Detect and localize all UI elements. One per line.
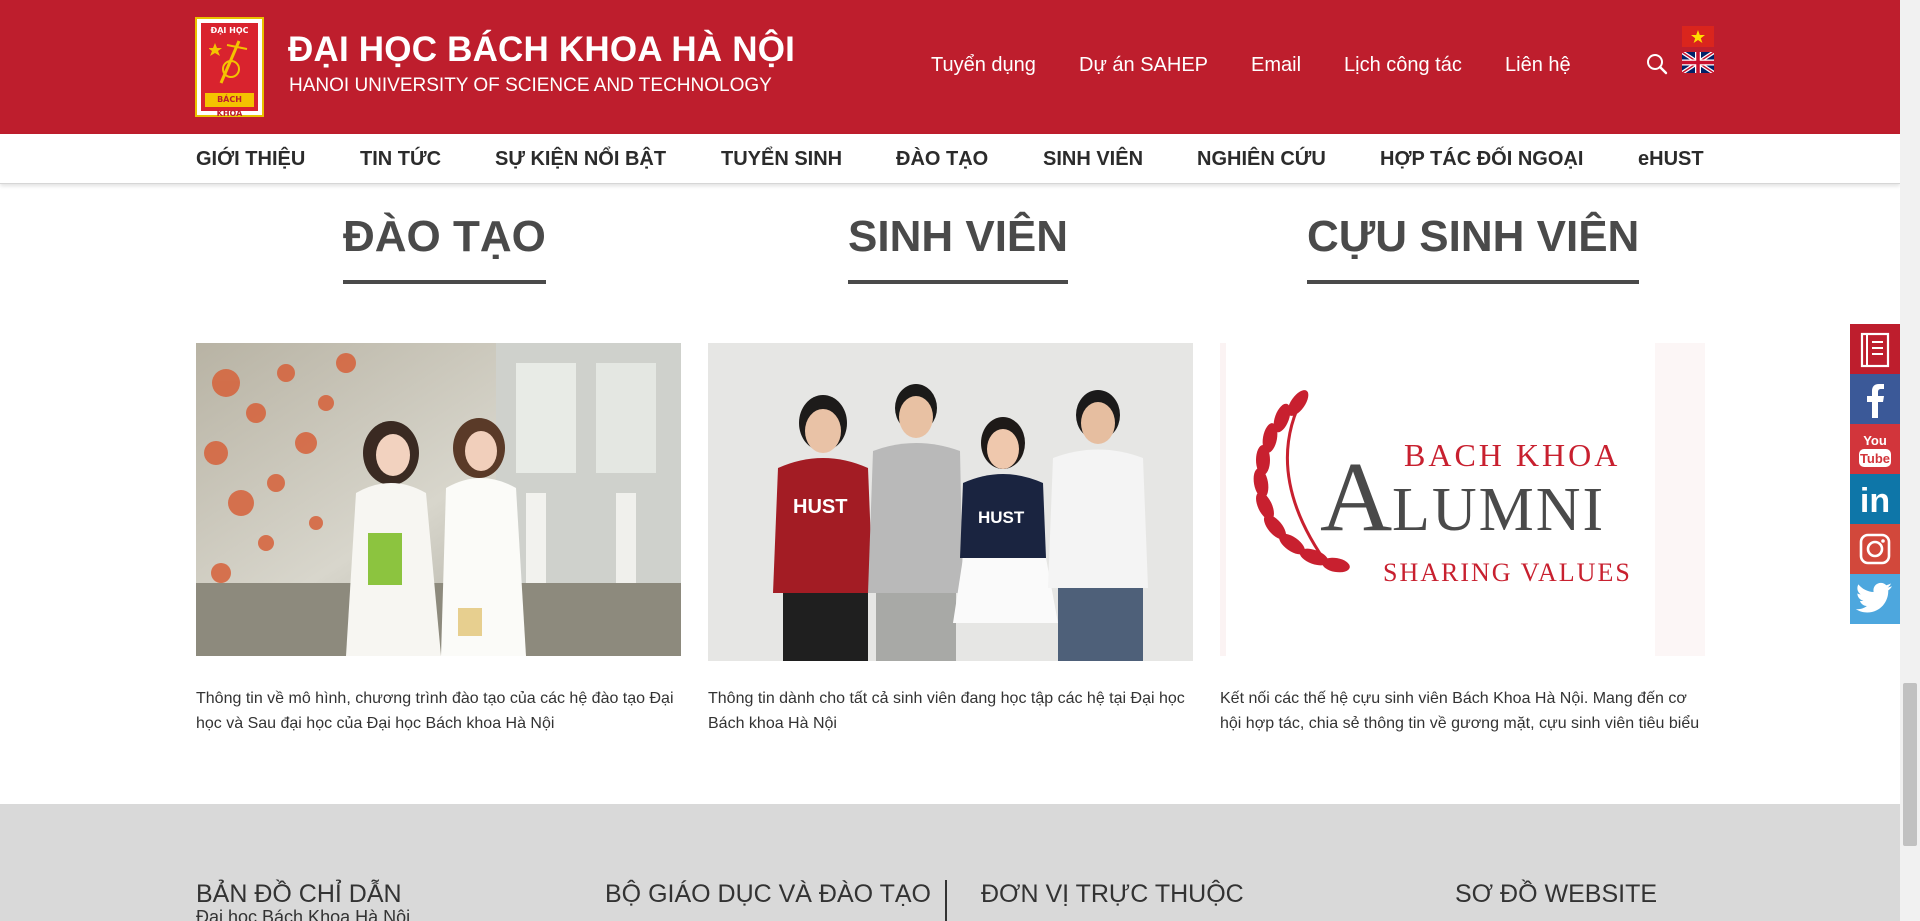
- university-subtitle: HANOI UNIVERSITY OF SCIENCE AND TECHNOLO…: [289, 75, 772, 96]
- heading-dao-tao[interactable]: ĐÀO TẠO: [343, 212, 546, 284]
- ebook-icon[interactable]: [1850, 324, 1900, 374]
- youtube-top-text: You: [1863, 433, 1887, 448]
- twitter-icon[interactable]: [1850, 574, 1900, 624]
- facebook-icon[interactable]: [1850, 374, 1900, 424]
- nav-sinh-vien[interactable]: SINH VIÊN: [1043, 148, 1143, 171]
- hust-shirt-text-1: HUST: [793, 496, 847, 518]
- hust-shirt-text-2: HUST: [978, 508, 1025, 527]
- search-icon[interactable]: [1645, 52, 1669, 76]
- topnav-du-an-sahep[interactable]: Dự án SAHEP: [1079, 54, 1208, 77]
- cuu-sinh-vien-description: Kết nối các thế hệ cựu sinh viên Bách Kh…: [1220, 690, 1700, 732]
- university-logo[interactable]: ĐẠI HỌC BÁCH KHOA: [195, 17, 264, 118]
- sinh-vien-description: Thông tin dành cho tất cả sinh viên đang…: [708, 690, 1185, 732]
- footer-heading-bo-giao-duc[interactable]: BỘ GIÁO DỤC VÀ ĐÀO TẠO: [605, 880, 931, 909]
- footer-map-subtitle[interactable]: Đại học Bách Khoa Hà Nội: [196, 907, 410, 921]
- university-title[interactable]: ĐẠI HỌC BÁCH KHOA HÀ NỘI: [288, 30, 795, 70]
- nav-su-kien-noi-bat[interactable]: SỰ KIỆN NỔI BẬT: [495, 148, 666, 171]
- topnav-tuyen-dung[interactable]: Tuyển dụng: [931, 54, 1036, 77]
- alumni-line3: SHARING VALUES: [1383, 558, 1632, 587]
- main-nav: GIỚI THIỆU TIN TỨC SỰ KIỆN NỔI BẬT TUYỂN…: [0, 134, 1900, 184]
- topnav-email[interactable]: Email: [1251, 54, 1301, 77]
- nav-gioi-thieu[interactable]: GIỚI THIỆU: [196, 148, 305, 171]
- alumni-line2: LUMNI: [1392, 476, 1605, 544]
- nav-hop-tac-doi-ngoai[interactable]: HỢP TÁC ĐỐI NGOẠI: [1380, 148, 1583, 171]
- linkedin-text: in: [1860, 482, 1890, 520]
- youtube-icon[interactable]: You Tube: [1850, 424, 1900, 474]
- vietnamese-flag-icon[interactable]: [1682, 26, 1714, 47]
- dao-tao-description: Thông tin về mô hình, chương trình đào t…: [196, 690, 674, 732]
- linkedin-icon[interactable]: in: [1850, 474, 1900, 524]
- instagram-icon[interactable]: [1850, 524, 1900, 574]
- sinh-vien-image[interactable]: HUST HUST: [708, 343, 1193, 661]
- topnav-lien-he[interactable]: Liên hệ: [1505, 54, 1571, 77]
- heading-sinh-vien[interactable]: SINH VIÊN: [848, 212, 1069, 284]
- footer-divider: [945, 880, 947, 921]
- nav-dao-tao[interactable]: ĐÀO TẠO: [896, 148, 988, 171]
- nav-tin-tuc[interactable]: TIN TỨC: [360, 148, 441, 171]
- top-header: ĐẠI HỌC BÁCH KHOA ĐẠI HỌC BÁCH KHOA HÀ N…: [0, 0, 1900, 134]
- footer-heading-don-vi[interactable]: ĐƠN VỊ TRỰC THUỘC: [981, 880, 1244, 909]
- topnav-lich-cong-tac[interactable]: Lịch công tác: [1344, 54, 1462, 77]
- logo-emblem-icon: [209, 40, 248, 84]
- alumni-initial: A: [1320, 441, 1392, 552]
- logo-bottom-text: BÁCH KHOA: [205, 93, 254, 118]
- alumni-line1: BACH KHOA: [1404, 437, 1620, 473]
- dao-tao-image[interactable]: [196, 343, 681, 656]
- scrollbar-thumb[interactable]: [1903, 683, 1917, 846]
- logo-top-text: ĐẠI HỌC: [210, 26, 249, 35]
- nav-ehust[interactable]: eHUST: [1638, 148, 1704, 171]
- footer-heading-so-do[interactable]: SƠ ĐỒ WEBSITE: [1455, 880, 1657, 909]
- nav-tuyen-sinh[interactable]: TUYỂN SINH: [721, 148, 842, 171]
- cuu-sinh-vien-image[interactable]: BACH KHOA A LUMNI SHARING VALUES: [1220, 343, 1705, 656]
- footer-heading-ban-do[interactable]: BẢN ĐỒ CHỈ DẪN: [196, 880, 402, 909]
- heading-cuu-sinh-vien[interactable]: CỰU SINH VIÊN: [1307, 212, 1640, 284]
- youtube-bottom-text: Tube: [1860, 451, 1890, 466]
- nav-nghien-cuu[interactable]: NGHIÊN CỨU: [1197, 148, 1326, 171]
- english-flag-icon[interactable]: [1680, 50, 1716, 75]
